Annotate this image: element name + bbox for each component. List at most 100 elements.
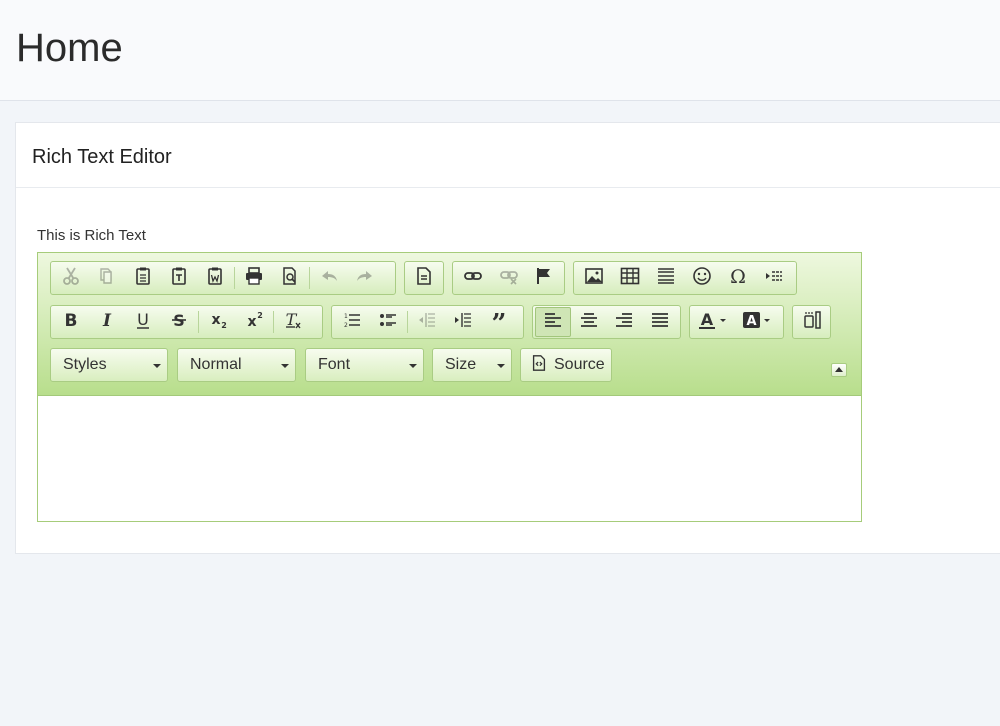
- smiley-button[interactable]: [684, 263, 720, 293]
- card-title: Rich Text Editor: [32, 146, 172, 168]
- svg-text:x: x: [211, 312, 220, 328]
- svg-text:A: A: [746, 314, 756, 329]
- toolbar-separator: [234, 267, 235, 289]
- chevron-down-icon: [409, 364, 417, 368]
- redo-button[interactable]: [347, 263, 383, 293]
- background-color-icon: A: [742, 310, 774, 335]
- clipboard-icon: [133, 266, 153, 291]
- templates-group: [404, 261, 444, 295]
- undo-button[interactable]: [311, 263, 347, 293]
- svg-text:I: I: [102, 311, 112, 330]
- document-icon: [414, 266, 434, 291]
- svg-text:A: A: [701, 310, 714, 329]
- superscript-icon: x2: [244, 310, 264, 335]
- svg-text:2: 2: [221, 321, 227, 330]
- numbered-list-button[interactable]: 12: [334, 307, 370, 337]
- chevron-down-icon: [281, 364, 289, 368]
- underline-button[interactable]: U: [125, 307, 161, 337]
- unlink-button[interactable]: [491, 263, 527, 293]
- italic-button[interactable]: I: [89, 307, 125, 337]
- format-dropdown[interactable]: Normal: [177, 348, 296, 382]
- strikethrough-icon: S: [169, 310, 189, 335]
- svg-text:”: ”: [492, 310, 507, 330]
- source-code-icon: [530, 354, 554, 377]
- quote-icon: ”: [489, 309, 509, 339]
- strikethrough-button[interactable]: S: [161, 307, 197, 337]
- indent-button[interactable]: [445, 307, 481, 337]
- toolbar-separator: [309, 267, 310, 289]
- paragraph-group: 12 ”: [331, 305, 524, 339]
- paste-word-button[interactable]: [197, 263, 233, 293]
- bold-button[interactable]: B: [53, 307, 89, 337]
- size-dropdown[interactable]: Size: [432, 348, 512, 382]
- link-button[interactable]: [455, 263, 491, 293]
- svg-text:2: 2: [344, 322, 348, 329]
- subscript-icon: x2: [208, 310, 228, 335]
- toolbar-separator: [273, 311, 274, 333]
- font-dropdown-label: Font: [318, 356, 351, 373]
- page-break-button[interactable]: [756, 263, 792, 293]
- preview-icon: [280, 266, 300, 291]
- outdent-button[interactable]: [409, 307, 445, 337]
- align-right-button[interactable]: [607, 307, 643, 337]
- paste-word-icon: [205, 266, 225, 291]
- svg-text:1: 1: [344, 313, 348, 320]
- outdent-icon: [417, 310, 437, 335]
- source-button[interactable]: Source: [520, 348, 612, 382]
- copy-icon: [97, 266, 117, 291]
- alignment-group: [532, 305, 681, 339]
- show-blocks-button[interactable]: [795, 307, 828, 337]
- numbered-list-icon: 12: [342, 310, 362, 335]
- image-button[interactable]: [576, 263, 612, 293]
- collapse-toolbar-button[interactable]: [831, 363, 847, 377]
- align-center-icon: [579, 310, 599, 335]
- blockquote-button[interactable]: ”: [481, 307, 517, 339]
- editor-card: Rich Text Editor This is Rich Text Ω B I…: [15, 122, 1000, 554]
- table-button[interactable]: [612, 263, 648, 293]
- subscript-button[interactable]: x2: [200, 307, 236, 337]
- editor-toolbar: Ω B I U S x2 x2 T 12 ” A A Styles Normal…: [38, 253, 861, 396]
- bulleted-list-button[interactable]: [370, 307, 406, 337]
- horizontal-rule-button[interactable]: [648, 263, 684, 293]
- svg-text:Ω: Ω: [730, 266, 746, 286]
- printer-icon: [244, 266, 264, 291]
- background-color-button[interactable]: A: [736, 307, 780, 337]
- justify-button[interactable]: [642, 307, 678, 337]
- link-icon: [463, 266, 483, 291]
- basic-styles-group: B I U S x2 x2 T: [50, 305, 323, 339]
- font-dropdown[interactable]: Font: [305, 348, 424, 382]
- special-char-button[interactable]: Ω: [720, 263, 756, 293]
- align-left-button[interactable]: [535, 307, 571, 337]
- card-header: Rich Text Editor: [16, 123, 1000, 188]
- omega-icon: Ω: [728, 266, 748, 291]
- superscript-button[interactable]: x2: [236, 307, 272, 337]
- styles-dropdown[interactable]: Styles: [50, 348, 168, 382]
- toolbar-separator: [407, 311, 408, 333]
- print-button[interactable]: [236, 263, 272, 293]
- page-break-icon: [764, 266, 784, 291]
- bold-icon: B: [61, 310, 81, 335]
- templates-button[interactable]: [407, 263, 441, 293]
- flag-icon: [534, 266, 554, 291]
- undo-icon: [319, 266, 339, 291]
- clipboard-group: [50, 261, 396, 295]
- anchor-button[interactable]: [526, 263, 562, 293]
- bulleted-list-icon: [378, 310, 398, 335]
- paste-text-button[interactable]: [161, 263, 197, 293]
- svg-text:T: T: [286, 310, 298, 329]
- show-blocks-icon: [802, 310, 822, 335]
- editor-content-area[interactable]: [38, 396, 861, 521]
- align-left-icon: [543, 310, 563, 335]
- remove-format-button[interactable]: T: [275, 307, 311, 337]
- paste-button[interactable]: [125, 263, 161, 293]
- size-dropdown-label: Size: [445, 356, 477, 373]
- align-center-button[interactable]: [571, 307, 607, 337]
- copy-button[interactable]: [89, 263, 125, 293]
- text-color-button[interactable]: A: [692, 307, 736, 337]
- field-label: This is Rich Text: [37, 227, 146, 244]
- cut-button[interactable]: [53, 263, 89, 293]
- underline-icon: U: [133, 310, 153, 335]
- svg-text:B: B: [65, 311, 78, 330]
- preview-button[interactable]: [272, 263, 308, 293]
- smiley-icon: [692, 266, 712, 291]
